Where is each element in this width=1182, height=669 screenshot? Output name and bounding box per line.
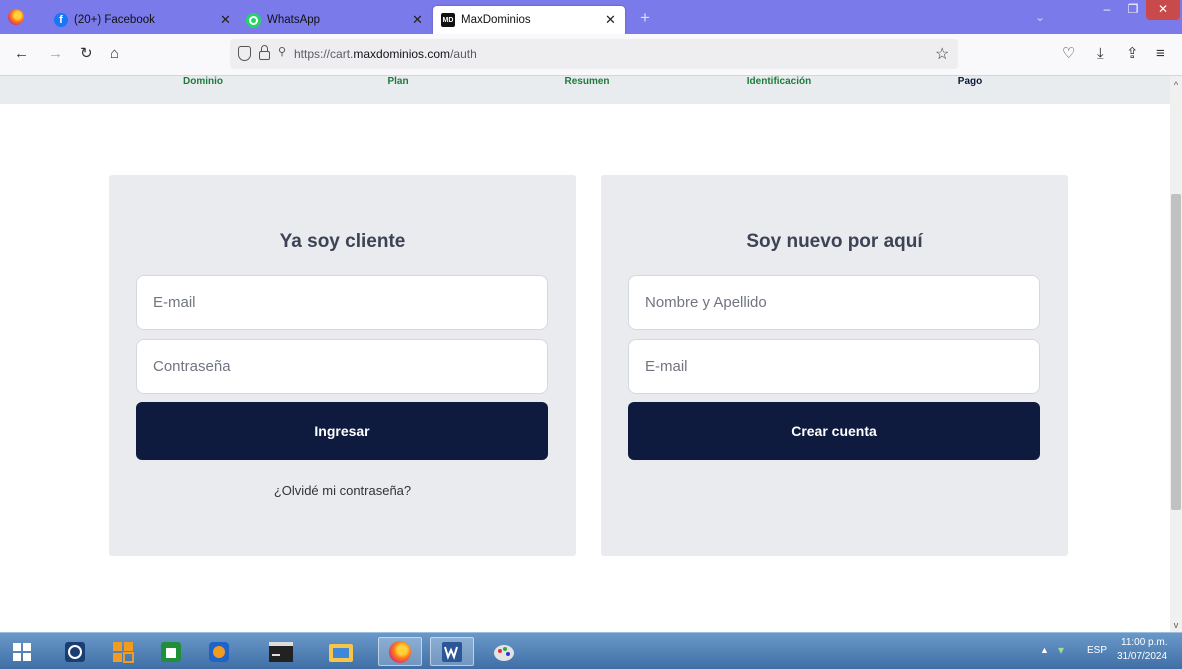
apps-icon [113,641,134,663]
back-icon[interactable]: ← [14,45,29,63]
url-domain: maxdominios.com [353,47,451,61]
tab-label: MaxDominios [461,14,531,26]
url-prefix: https://cart. [294,47,354,61]
firefox-menu-icon[interactable] [8,9,24,25]
close-icon[interactable]: ✕ [220,12,231,28]
tracking-protection-icon[interactable] [238,46,251,61]
browser-nav-bar: ← → ↻ ⌂ ⚲ https://cart.maxdominios.com/a… [0,34,1182,76]
register-title: Soy nuevo por aquí [746,231,923,252]
maxdominios-icon: MD [441,13,455,27]
restore-icon[interactable]: ❐ [1120,0,1146,20]
scrollbar-thumb[interactable] [1171,194,1181,510]
taskbar-help-icon[interactable] [56,637,94,666]
screen: f (20+) Facebook ✕ WhatsApp ✕ MD MaxDomi… [0,0,1182,669]
login-card: Ya soy cliente Ingresar ¿Olvidé mi contr… [109,175,576,556]
step-dominio: Dominio [183,76,223,87]
folder-icon [329,643,353,662]
clock-date[interactable]: 31/07/2024 [1117,651,1167,662]
login-email-field[interactable] [136,275,548,330]
register-submit-button[interactable]: Crear cuenta [628,402,1040,460]
scroll-down-icon[interactable]: v [1170,620,1182,630]
reload-icon[interactable]: ↻ [80,45,93,63]
start-button[interactable] [4,637,40,666]
language-indicator[interactable]: ESP [1087,645,1107,656]
windows-logo-icon [13,642,31,661]
tab-facebook[interactable]: f (20+) Facebook ✕ [44,6,234,34]
url-bar[interactable]: ⚲ https://cart.maxdominios.com/auth ☆ [230,39,958,69]
whatsapp-icon [246,12,261,28]
show-hidden-icons[interactable]: ▲ [1040,645,1049,655]
bookmark-star-icon[interactable]: ☆ [935,44,949,64]
page-scrollbar[interactable]: ^ v [1170,76,1182,632]
register-name-field[interactable] [628,275,1040,330]
forward-icon[interactable]: → [48,45,63,63]
taskbar-word-icon[interactable] [430,637,474,666]
step-plan: Plan [387,76,409,87]
store-icon [161,641,181,662]
taskbar-firefox-icon[interactable] [378,637,422,666]
downloads-icon[interactable]: ⤓ [1097,45,1104,63]
login-title: Ya soy cliente [279,231,406,252]
media-player-icon [209,641,229,662]
taskbar-explorer-icon[interactable] [322,637,360,666]
menu-icon[interactable]: ≡ [1156,45,1165,63]
forgot-password-link[interactable]: ¿Olvidé mi contraseña? [109,483,576,498]
taskbar-paint-icon[interactable] [482,637,526,666]
firefox-icon [389,640,411,663]
pocket-icon[interactable]: ♡ [1062,45,1075,63]
tab-label: (20+) Facebook [74,14,155,26]
help-app-icon [65,641,85,662]
share-icon[interactable]: ⇪ [1126,45,1139,63]
taskbar-terminal-icon[interactable] [262,637,300,666]
facebook-icon: f [54,13,68,27]
taskbar-store-icon[interactable] [152,637,190,666]
terminal-icon [269,641,293,662]
new-tab-button[interactable]: + [640,8,650,28]
browser-tab-bar: f (20+) Facebook ✕ WhatsApp ✕ MD MaxDomi… [0,0,1182,34]
tab-maxdominios[interactable]: MD MaxDominios ✕ [433,6,625,34]
window-close-icon[interactable]: ✕ [1146,0,1180,20]
paint-icon [494,644,514,661]
step-identificacion: Identificación [746,76,812,87]
tab-whatsapp[interactable]: WhatsApp ✕ [236,6,428,34]
close-icon[interactable]: ✕ [412,12,423,28]
tab-label: WhatsApp [267,14,321,26]
word-icon [442,641,462,662]
list-tabs-icon[interactable]: ⌄ [1035,10,1045,24]
register-card: Soy nuevo por aquí Crear cuenta [601,175,1068,556]
network-icon[interactable]: ▾ [1058,643,1064,657]
step-resumen: Resumen [564,76,610,87]
login-password-field[interactable] [136,339,548,394]
step-pago: Pago [957,76,983,87]
checkout-steps: Dominio Plan Resumen Identificación Pago [0,76,1170,104]
taskbar-apps-icon[interactable] [104,637,142,666]
url-text[interactable]: https://cart.maxdominios.com/auth [294,47,477,61]
permissions-icon[interactable]: ⚲ [278,45,286,58]
lock-icon[interactable] [259,45,270,60]
minimize-icon[interactable]: – [1094,0,1120,20]
scroll-up-icon[interactable]: ^ [1170,80,1182,90]
windows-taskbar: ▲ ▾ ESP 11:00 p.m. 31/07/2024 [0,632,1182,669]
page-content: Dominio Plan Resumen Identificación Pago… [0,76,1170,632]
close-icon[interactable]: ✕ [605,12,616,28]
home-icon[interactable]: ⌂ [110,45,119,63]
register-email-field[interactable] [628,339,1040,394]
taskbar-media-icon[interactable] [200,637,238,666]
login-submit-button[interactable]: Ingresar [136,402,548,460]
clock-time[interactable]: 11:00 p.m. [1121,637,1168,648]
url-path: /auth [450,47,477,61]
